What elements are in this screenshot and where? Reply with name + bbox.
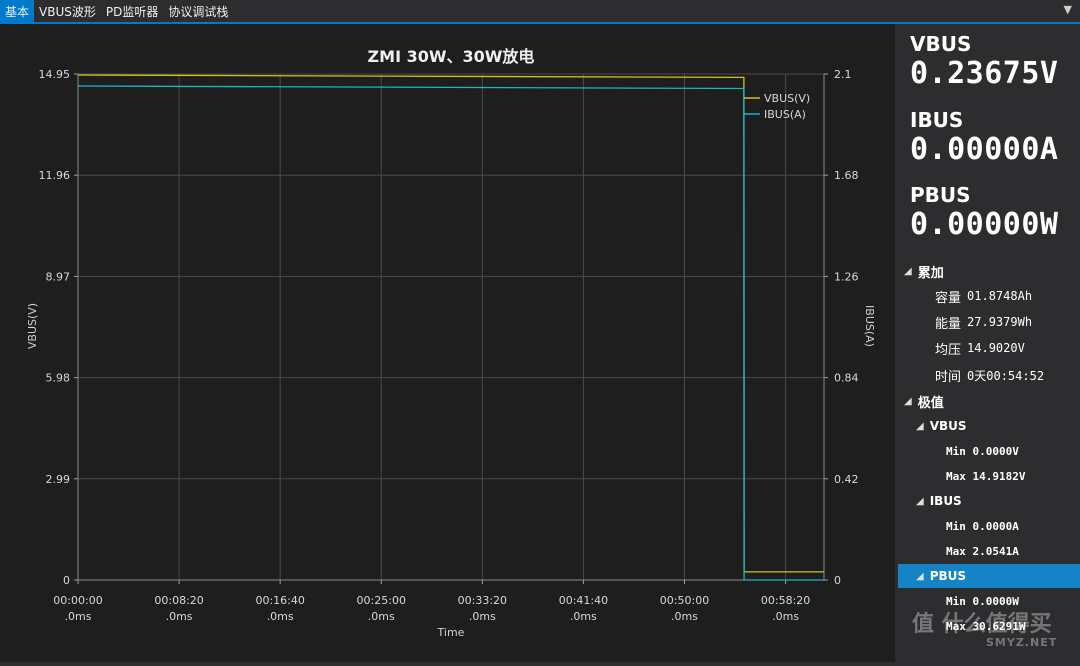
series-line-vbus [77,74,824,573]
tree-group-accum[interactable]: ◢ 累加 [898,259,1080,283]
tree-subgroup-label: PBUS [929,569,967,583]
chart-title: ZMI 30W、30W放电 [368,47,535,66]
accum-row-avg-voltage: 均压 14.9020V [898,336,1080,360]
accum-value: 01.8748Ah [967,289,1033,303]
x-tick-label-ms: .0ms [368,610,395,623]
x-tick-label-ms: .0ms [65,610,92,623]
tab-vbus-waveform[interactable]: VBUS波形 [34,0,101,22]
x-tick-label: 00:41:40 [559,594,608,607]
chart-axes: 14.95 11.96 8.97 5.98 2.99 0 2.1 1.68 1.26 0.84 0.… [39,68,859,623]
watermark: 值 什么值得买 [912,612,1052,637]
x-tick-label: 00:33:20 [458,594,507,607]
chart-legend: VBUS(V) IBUS(A) [744,92,810,121]
min-value: Min 0.0000V [946,444,1019,458]
y2-tick-label: 1.26 [834,270,859,283]
x-tick-label: 00:16:40 [255,594,304,607]
expand-triangle-icon: ◢ [904,265,912,277]
y2-tick-label: 0 [834,574,841,587]
y-tick-label: 2.99 [46,473,71,486]
vbus-readout-value: 0.23675V [910,56,1059,91]
tab-protocol-debug[interactable]: 协议调试栈 [163,0,233,22]
min-value: Min 0.0000A [946,519,1019,533]
ibus-readout-label: IBUS [910,108,964,132]
x-tick-label: 00:00:00 [53,594,102,607]
accum-key: 均压 [935,342,962,358]
legend-label: IBUS(A) [764,108,806,121]
accum-key: 容量 [935,290,962,306]
y-tick-label: 5.98 [46,372,71,385]
tree-subgroup-label: IBUS [929,494,962,508]
max-value: Max 2.0541A [946,544,1019,558]
accum-row-capacity: 容量 01.8748Ah [898,284,1080,308]
y2-tick-label: 0.42 [834,473,859,486]
accum-key: 时间 [935,369,962,385]
x-tick-label-ms: .0ms [469,610,496,623]
tab-basic[interactable]: 基本 [0,0,35,22]
series-line-ibus [77,85,824,581]
vbus-readout-label: VBUS [910,32,972,56]
extremes-vbus-max: Max 14.9182V [898,464,1080,488]
y-axis-label: VBUS(V) [26,303,39,349]
ibus-readout-value: 0.00000A [910,132,1059,167]
extremes-ibus-min: Min 0.0000A [898,514,1080,538]
chart-series [77,74,824,581]
x-tick-label: 00:58:20 [761,594,810,607]
x-tick-label: 00:50:00 [660,594,709,607]
tree-group-label: 累加 [917,265,944,281]
y2-tick-label: 0.84 [834,372,859,385]
tree-group-label: 极值 [917,395,944,411]
expand-triangle-icon: ◢ [916,570,924,582]
x-tick-label: 00:25:00 [357,594,406,607]
x-tick-label: 00:08:20 [154,594,203,607]
accum-row-time: 时间 0天00:54:52 [898,363,1080,387]
chart-grid [77,73,824,581]
x-tick-label-ms: .0ms [570,610,597,623]
x-tick-label-ms: .0ms [267,610,294,623]
legend-label: VBUS(V) [764,92,810,105]
pbus-readout-label: PBUS [910,183,971,207]
max-value: Max 14.9182V [946,469,1026,483]
tab-pd-monitor[interactable]: PD监听器 [101,0,163,22]
chart-panel: 14.95 11.96 8.97 5.98 2.99 0 2.1 1.68 1.26 0.84 0.… [0,24,895,662]
y2-axis-label: IBUS(A) [863,305,876,347]
y2-tick-label: 2.1 [834,68,852,81]
y2-tick-label: 1.68 [834,169,859,182]
accum-row-energy: 能量 27.9379Wh [898,310,1080,334]
line-chart: 14.95 11.96 8.97 5.98 2.99 0 2.1 1.68 1.26 0.84 0.… [26,47,876,639]
tab-bar: 基本 VBUS波形 PD监听器 协议调试栈 ▼ [0,0,1080,24]
extremes-vbus-min: Min 0.0000V [898,439,1080,463]
x-axis-label: Time [437,626,465,639]
y-tick-label: 14.95 [39,68,71,81]
expand-triangle-icon: ◢ [916,495,924,507]
extremes-group-ibus[interactable]: ◢ IBUS [898,489,1080,513]
x-tick-label-ms: .0ms [671,610,698,623]
expand-triangle-icon: ◢ [916,420,924,432]
chevron-down-icon[interactable]: ▼ [1064,3,1072,16]
y-tick-label: 8.97 [46,270,71,283]
accum-value: 14.9020V [967,341,1025,355]
accum-value: 27.9379Wh [967,315,1033,329]
accum-value: 0天00:54:52 [967,368,1045,383]
expand-triangle-icon: ◢ [904,395,912,407]
watermark-sub: SMYZ.NET [986,636,1058,649]
x-tick-label-ms: .0ms [772,610,799,623]
y-tick-label: 0 [63,574,70,587]
extremes-group-vbus[interactable]: ◢ VBUS [898,414,1080,438]
tree-group-extremes[interactable]: ◢ 极值 [898,389,1080,413]
side-panel: VBUS 0.23675V IBUS 0.00000A PBUS 0.00000… [898,24,1080,662]
extremes-ibus-max: Max 2.0541A [898,539,1080,563]
y-tick-label: 11.96 [39,169,71,182]
extremes-group-pbus[interactable]: ◢ PBUS [898,564,1080,588]
pbus-readout-value: 0.00000W [910,207,1059,242]
x-tick-label-ms: .0ms [166,610,193,623]
accum-key: 能量 [935,316,962,332]
tree-subgroup-label: VBUS [929,419,967,433]
